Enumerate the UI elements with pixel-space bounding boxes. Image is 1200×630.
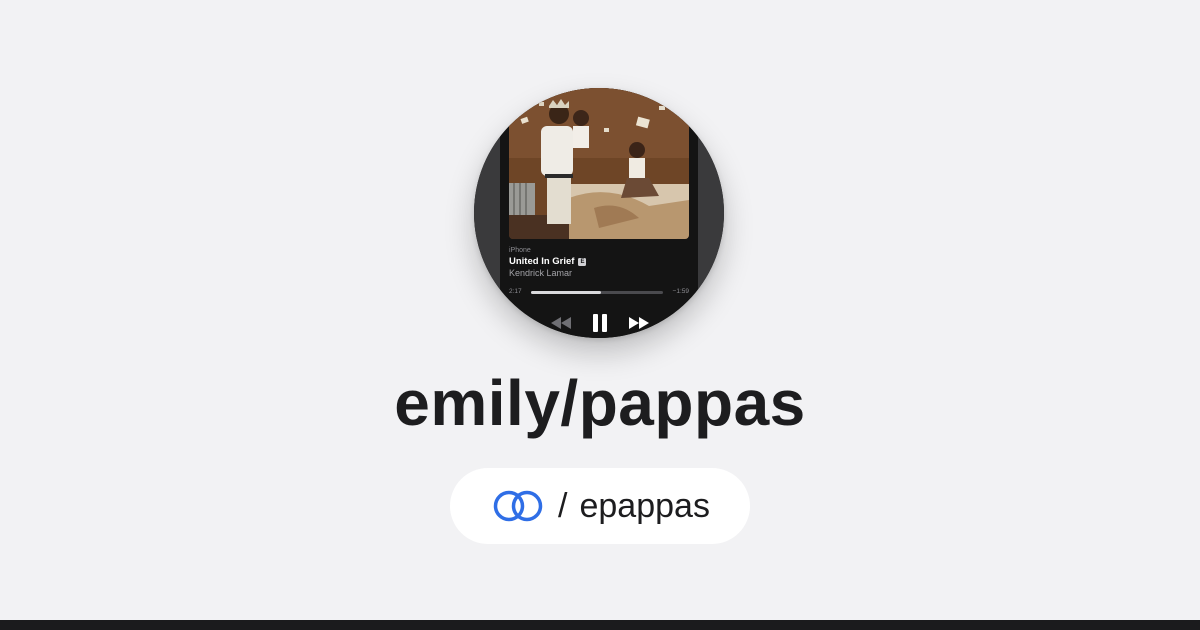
profile-name: emily/pappas bbox=[394, 367, 806, 439]
playback-controls bbox=[500, 312, 698, 334]
track-title-row: United In Grief E bbox=[509, 256, 587, 267]
rewind-icon[interactable] bbox=[550, 316, 572, 330]
time-elapsed: 2:17 bbox=[509, 288, 522, 295]
phone-frame-left bbox=[474, 88, 500, 338]
playback-source: iPhone bbox=[509, 247, 531, 254]
handle-separator: / bbox=[558, 486, 568, 525]
profile-avatar: iPhone United In Grief E Kendrick Lamar … bbox=[474, 88, 724, 338]
progress-fill bbox=[531, 291, 601, 294]
interlocking-rings-icon bbox=[493, 490, 543, 522]
album-art bbox=[509, 88, 689, 239]
handle-pill[interactable]: / epappas bbox=[450, 468, 750, 544]
bottom-bar bbox=[0, 620, 1200, 630]
phone-frame-right bbox=[698, 88, 724, 338]
track-title: United In Grief bbox=[509, 256, 575, 267]
explicit-badge: E bbox=[578, 257, 587, 266]
track-artist: Kendrick Lamar bbox=[509, 268, 573, 278]
fast-forward-icon[interactable] bbox=[628, 316, 650, 330]
time-remaining: −1:59 bbox=[672, 288, 689, 295]
progress-bar[interactable] bbox=[531, 291, 663, 294]
handle-username: epappas bbox=[579, 486, 710, 525]
pause-icon[interactable] bbox=[592, 313, 608, 333]
now-playing-screen: iPhone United In Grief E Kendrick Lamar … bbox=[500, 88, 698, 338]
